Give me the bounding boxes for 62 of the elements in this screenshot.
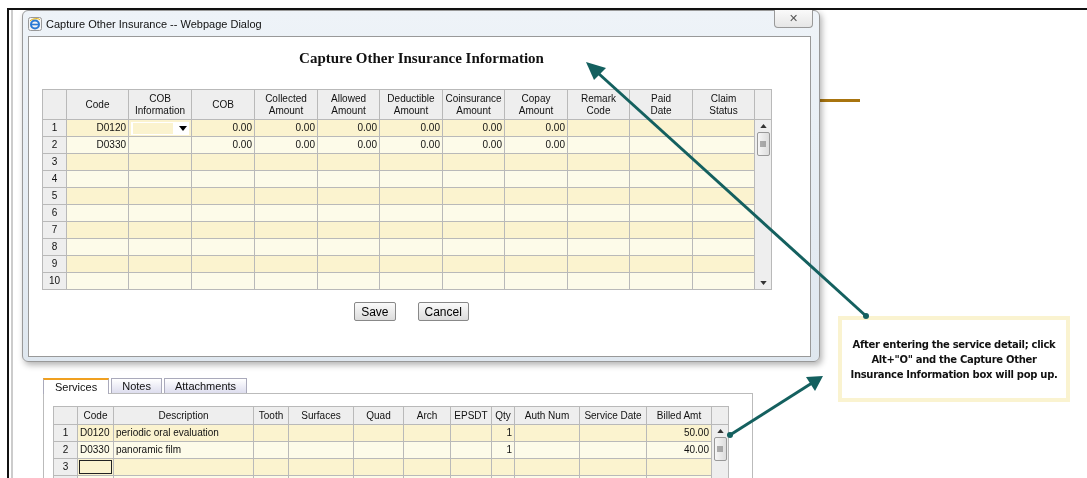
table-cell: 1 [506,427,512,438]
column-header: Collected Amount [265,92,307,117]
column-header: Copay Amount [518,92,554,117]
column-header: Deductible Amount [387,92,435,117]
table-cell: 0.00 [357,122,377,133]
table-cell: D0120 [80,427,110,438]
table-cell: D0120 [96,122,126,133]
column-header: COB [212,98,234,111]
table-cell: 1 [506,444,512,455]
table-cell: 0.00 [295,122,315,133]
table-cell: 0.00 [357,139,377,150]
table-cell: panoramic film [116,444,182,455]
column-header: Quad [353,406,404,425]
column-header: COB Information [135,92,185,117]
scroll-up-icon[interactable] [759,124,767,128]
table-cell: 0.00 [545,122,565,133]
column-header: EPSDT [450,406,492,425]
column-header: Code [77,406,114,425]
table-cell: 0.00 [420,122,440,133]
column-header: Billed Amt [646,406,712,425]
table-cell: 0.00 [232,139,252,150]
table-cell: D0330 [80,444,110,455]
cancel-button[interactable]: Cancel [417,302,469,321]
callout-text: After entering the service detail; click Alt+"O" and the Capture Other Insurance Information box will pop up. [850,337,1058,382]
table-cell: 0.00 [420,139,440,150]
table-cell: 0.00 [482,139,502,150]
column-header: Remark Code [581,92,616,117]
table-cell: 0.00 [295,139,315,150]
column-header: Auth Num [514,406,580,425]
column-header: Description [113,406,254,425]
scroll-up-icon[interactable] [716,429,724,433]
tab[interactable]: Notes [111,378,162,393]
close-button[interactable]: ✕ [774,10,813,28]
save-button[interactable]: Save [354,302,396,321]
column-header: Code [85,98,110,111]
browser-icon [28,16,42,31]
column-header: Service Date [579,406,647,425]
column-header: Coinsurance Amount [445,92,502,117]
window-title: Capture Other Insurance -- Webpage Dialog [46,17,262,30]
active-cell[interactable] [79,460,112,474]
table-cell: periodic oral evaluation [116,427,219,438]
scroll-down-icon[interactable] [759,281,767,285]
dropdown[interactable] [131,121,189,135]
tab[interactable]: Attachments [163,378,248,393]
column-header: Paid Date [650,92,672,117]
column-header: Surfaces [288,406,354,425]
grip-icon [760,141,766,147]
column-header: Qty [491,406,515,425]
caret-icon [179,125,187,131]
column-header: Claim Status [709,92,738,117]
column-header: Arch [403,406,451,425]
table-cell: 0.00 [482,122,502,133]
table-cell: 50.00 [683,427,709,438]
grip-icon [717,446,723,452]
table-cell: D0330 [96,139,126,150]
column-header: Allowed Amount [331,92,366,117]
column-header: Tooth [253,406,289,425]
tab[interactable]: Services [43,378,110,394]
table-cell: 0.00 [232,122,252,133]
dialog-heading: Capture Other Insurance Information [298,50,544,67]
table-cell: 40.00 [683,444,709,455]
table-cell: 0.00 [545,139,565,150]
